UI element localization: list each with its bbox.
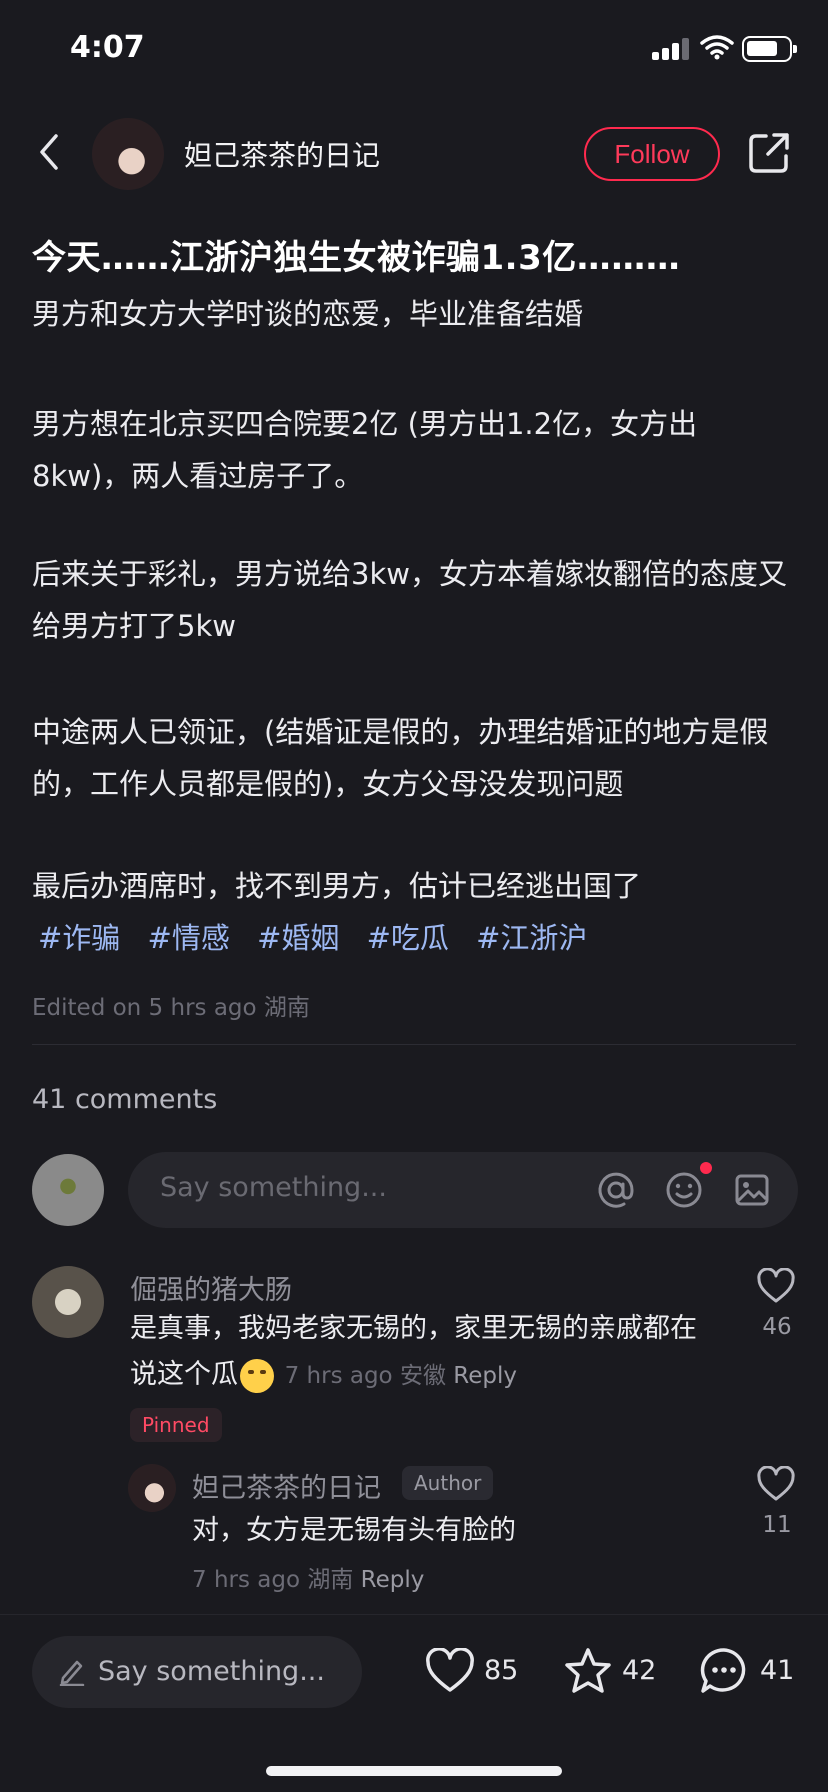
edited-info: Edited on 5 hrs ago 湖南 [32,995,310,1021]
signal-icon [652,38,690,60]
post-paragraph: 最后办酒席时，找不到男方，估计已经逃出国了 [32,869,642,903]
reply-time: 7 hrs ago 湖南 [192,1567,354,1593]
reply-meta: 7 hrs ago 湖南 Reply [192,1560,424,1594]
like-count: 46 [762,1314,792,1340]
notification-dot [700,1162,712,1174]
divider [32,1044,796,1045]
like-count: 85 [484,1655,519,1686]
battery-icon [742,36,797,62]
commenter-avatar[interactable] [32,1266,104,1338]
author-badge: Author [402,1466,494,1500]
author-name[interactable]: 妲己茶茶的日记 [184,134,380,174]
tag-link[interactable]: #吃瓜 [367,921,449,955]
comment-count: 41 [760,1655,795,1686]
heart-icon[interactable] [756,1466,796,1502]
commenter-name[interactable]: 倔强的猪大肠 [130,1268,292,1307]
post-paragraph: 中途两人已领证，(结婚证是假的，办理结婚证的地方是假的，工作人员都是假的)，女方… [32,715,769,801]
reply-button[interactable]: Reply [361,1567,425,1593]
follow-button[interactable]: Follow [584,127,720,181]
home-indicator[interactable] [266,1766,562,1776]
comment-icon[interactable] [698,1646,750,1696]
wifi-icon [700,35,734,60]
share-icon[interactable] [746,130,792,176]
reply-author-name[interactable]: 妲己茶茶的日记 [192,1466,381,1505]
tag-link[interactable]: #诈骗 [38,921,120,955]
comment-body: 是真事，我妈老家无锡的，家里无锡的亲戚都在说这个瓜 7 hrs ago 安徽 R… [130,1306,720,1399]
comment-time: 7 hrs ago 安徽 [284,1363,446,1389]
pinned-badge: Pinned [130,1408,222,1442]
pencil-icon [59,1660,85,1686]
star-count: 42 [622,1655,657,1686]
reply-button[interactable]: Reply [453,1363,517,1389]
user-avatar [32,1154,104,1226]
author-avatar[interactable] [92,118,164,190]
mention-icon[interactable] [596,1170,636,1210]
star-icon[interactable] [562,1646,614,1696]
post-paragraph: 后来关于彩礼，男方说给3kw，女方本着嫁妆翻倍的态度又给男方打了5kw [32,557,787,643]
tag-list: #诈骗 #情感 #婚姻 #吃瓜 #江浙沪 [38,912,605,964]
back-icon[interactable] [34,130,64,174]
comment-meta: 7 hrs ago 安徽 Reply [285,1363,517,1389]
status-time: 4:07 [70,30,145,65]
image-icon[interactable] [732,1170,772,1210]
tag-link[interactable]: #江浙沪 [476,921,587,955]
divider [0,1614,828,1615]
heart-icon[interactable] [424,1648,476,1694]
tag-link[interactable]: #婚姻 [257,921,339,955]
comment-input-placeholder[interactable]: Say something... [160,1172,387,1203]
emoji-icon[interactable] [664,1170,704,1210]
like-count: 11 [762,1512,792,1538]
post-paragraph: 男方想在北京买四合院要2亿 (男方出1.2亿，女方出8kw)，两人看过房子了。 [32,407,698,493]
post-title: 今天……江浙沪独生女被诈骗1.3亿……… [32,238,681,278]
bottom-input-placeholder[interactable]: Say something... [98,1656,325,1687]
comments-count: 41 comments [32,1084,218,1115]
reply-text: 对，女方是无锡有头有脸的 [192,1515,516,1546]
post-paragraph: 男方和女方大学时谈的恋爱，毕业准备结婚 [32,297,584,331]
crying-emoji-icon [240,1358,274,1393]
reply-author-avatar[interactable] [128,1464,176,1512]
heart-icon[interactable] [756,1268,796,1304]
tag-link[interactable]: #情感 [148,921,230,955]
